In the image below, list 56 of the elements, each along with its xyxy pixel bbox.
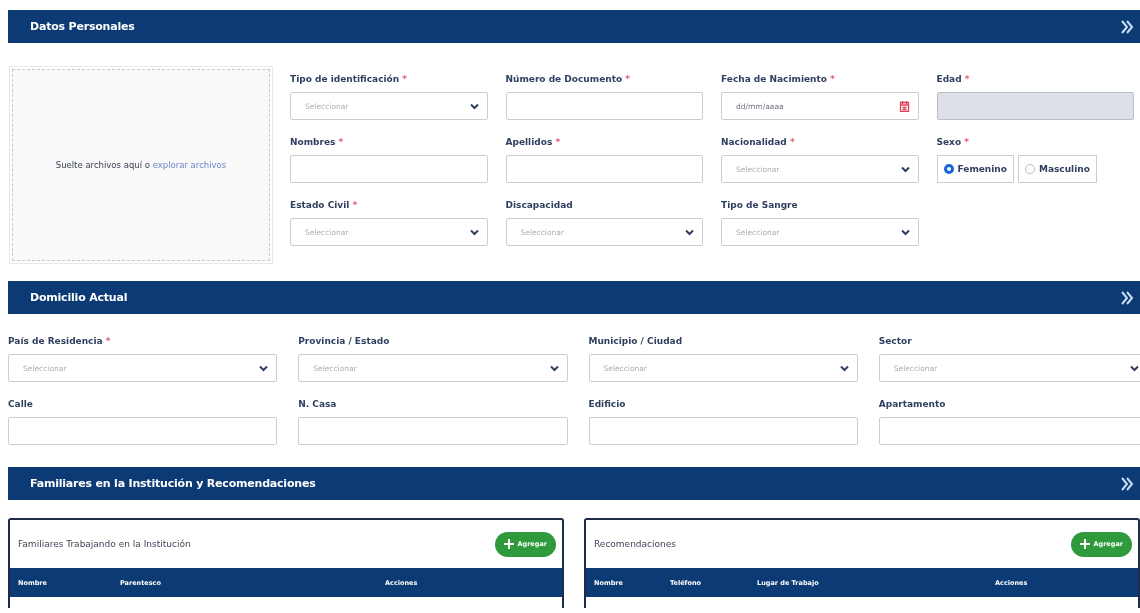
section-header[interactable]: Domicilio Actual [8,281,1140,314]
chevron-down-icon [900,228,910,236]
section-header[interactable]: Familiares en la Institución y Recomendaciones [8,467,1140,500]
radio-button[interactable] [1024,164,1035,174]
calendar-icon [898,100,910,112]
field-label: Apartamento [878,399,947,411]
panel-title: Familiares Trabajando en la Institución [18,539,191,549]
field-label: Tipo de Sangre [721,200,799,212]
text-field[interactable] [878,417,1140,445]
field-label: Sector [878,336,913,348]
panel-title: Recomendaciones [594,539,676,549]
text-field[interactable] [588,417,858,445]
text-field[interactable] [8,417,278,445]
field-label: Provincia / Estado [298,336,391,348]
chevron-down-icon [549,364,559,372]
field-label: Número de Documento * [505,74,631,86]
double-chevron-icon [1120,18,1134,35]
file-drop-zone[interactable]: Suelte archivos aquí o explorar archivos [12,69,270,261]
plus-icon [1080,539,1091,549]
field-label: Municipio / Ciudad [588,336,684,348]
field-label: Apellidos * [505,137,562,149]
radio-option[interactable]: Masculino [1017,155,1097,183]
section-title: Familiares en la Institución y Recomendaciones [30,477,316,490]
chevron-down-icon [469,102,479,110]
section-title: Datos Personales [30,20,135,33]
plus-icon [504,539,515,549]
field-label: Edificio [588,399,627,411]
chevron-down-icon [1130,364,1139,372]
field-label: Estado Civil * [290,200,359,212]
field-label: Tipo de identificación * [290,74,409,86]
field-label: Sexo * [936,137,970,149]
browse-link[interactable]: explorar archivos [152,160,227,170]
section-header[interactable]: Datos Personales [8,10,1140,43]
field-label: País de Residencia * [8,336,112,348]
field-label: Nacionalidad * [721,137,796,149]
section-title: Domicilio Actual [30,291,128,304]
drop-zone-text: Suelte archivos aquí o explorar archivos [55,160,227,170]
double-chevron-icon [1120,289,1134,306]
text-field[interactable] [505,92,703,120]
chevron-down-icon [685,228,694,236]
text-field[interactable] [505,155,703,183]
chevron-down-icon [900,165,910,173]
field-label: N. Casa [298,399,338,411]
radio-option[interactable]: Femenino [936,155,1014,183]
double-chevron-icon [1120,475,1134,492]
field-label: Fecha de Nacimiento * [721,74,836,86]
text-field[interactable] [290,155,488,183]
field-label: Calle [8,399,34,411]
field-label: Edad * [936,74,971,86]
chevron-down-icon [259,364,269,372]
chevron-down-icon [839,364,849,372]
radio-button[interactable] [943,164,954,174]
field-label: Nombres * [290,137,345,149]
chevron-down-icon [469,228,479,236]
field-label: Discapacidad [505,200,574,212]
text-field[interactable] [298,417,568,445]
